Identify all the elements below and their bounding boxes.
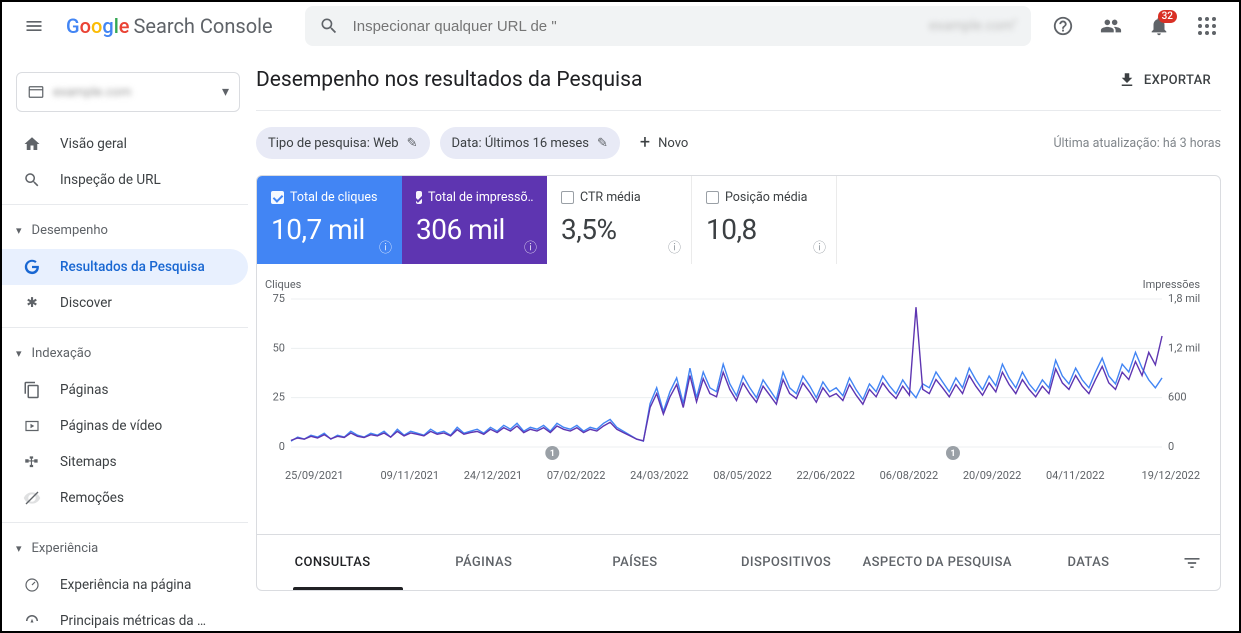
tab-search-appearance[interactable]: ASPECTO DA PESQUISA: [862, 555, 1013, 570]
sidebar-group-experience[interactable]: ▾Experiência: [2, 529, 248, 567]
sidebar-item-discover[interactable]: ✱Discover: [2, 285, 248, 321]
svg-text:25: 25: [273, 391, 285, 404]
svg-text:1: 1: [950, 449, 955, 459]
tab-dates[interactable]: DATAS: [1013, 555, 1164, 570]
speed-icon: [22, 612, 42, 630]
metric-total-impressions[interactable]: Total de impressõ… 306 mil ⓘ: [402, 176, 547, 264]
svg-text:0: 0: [279, 440, 285, 453]
y-left-label: Cliques: [265, 278, 301, 291]
search-input[interactable]: [353, 18, 915, 35]
svg-text:1: 1: [550, 449, 555, 459]
page-title: Desempenho nos resultados da Pesquisa: [256, 68, 642, 92]
metric-ctr[interactable]: CTR média 3,5% ⓘ: [547, 176, 692, 264]
sidebar-group-indexing[interactable]: ▾Indexação: [2, 334, 248, 372]
svg-text:0: 0: [1168, 440, 1174, 453]
product-name: Search Console: [134, 14, 273, 38]
download-icon: [1118, 71, 1136, 89]
main-content: Desempenho nos resultados da Pesquisa EX…: [256, 50, 1239, 631]
chevron-down-icon: ▾: [16, 542, 22, 555]
edit-icon: ✎: [407, 136, 418, 151]
help-icon[interactable]: ⓘ: [524, 237, 537, 256]
last-update-text: Última atualização: há 3 horas: [1053, 136, 1221, 151]
google-apps-icon[interactable]: [1187, 6, 1227, 46]
plus-icon: +: [640, 134, 650, 152]
svg-text:600: 600: [1168, 391, 1187, 404]
sidebar-item-sitemaps[interactable]: Sitemaps: [2, 444, 248, 480]
domain-icon: [27, 83, 45, 101]
metric-total-clicks[interactable]: Total de cliques 10,7 mil ⓘ: [257, 176, 402, 264]
metric-position[interactable]: Posição média 10,8 ⓘ: [692, 176, 837, 264]
help-icon[interactable]: [1043, 6, 1083, 46]
search-icon: [22, 171, 42, 189]
hamburger-menu[interactable]: [14, 6, 54, 46]
sitemap-icon: [22, 453, 42, 471]
help-icon[interactable]: ⓘ: [813, 237, 826, 256]
chevron-down-icon: ▾: [16, 347, 22, 360]
chevron-down-icon: ▾: [222, 84, 229, 100]
dimension-tabs: CONSULTAS PÁGINAS PAÍSES DISPOSITIVOS AS…: [257, 534, 1220, 590]
sidebar-group-performance[interactable]: ▾Desempenho: [2, 211, 248, 249]
video-icon: [22, 417, 42, 435]
tab-countries[interactable]: PAÍSES: [559, 555, 710, 570]
svg-text:50: 50: [273, 341, 285, 354]
google-logo: Google Search Console: [66, 14, 273, 38]
users-icon[interactable]: [1091, 6, 1131, 46]
sidebar: example.com ▾ Visão geral Inspeção de UR…: [2, 50, 256, 631]
discover-icon: ✱: [22, 295, 42, 311]
chip-date[interactable]: Data: Últimos 16 meses✎: [440, 127, 620, 159]
google-g-icon: [22, 258, 42, 276]
search-icon: [319, 16, 339, 36]
sidebar-item-video-pages[interactable]: Páginas de vídeo: [2, 408, 248, 444]
home-icon: [22, 135, 42, 153]
removals-icon: [22, 489, 42, 507]
sidebar-item-removals[interactable]: Remoções: [2, 480, 248, 516]
performance-card: Total de cliques 10,7 mil ⓘ Total de imp…: [256, 175, 1221, 591]
sidebar-item-cwv[interactable]: Principais métricas da …: [2, 603, 248, 631]
add-filter-button[interactable]: +Novo: [630, 127, 698, 159]
filter-icon[interactable]: [1164, 553, 1220, 573]
export-button[interactable]: EXPORTAR: [1118, 71, 1211, 89]
svg-text:1,8 mil: 1,8 mil: [1168, 293, 1200, 305]
chip-search-type[interactable]: Tipo de pesquisa: Web✎: [256, 127, 430, 159]
chevron-down-icon: ▾: [16, 224, 22, 237]
tab-pages[interactable]: PÁGINAS: [408, 555, 559, 570]
help-icon[interactable]: ⓘ: [379, 237, 392, 256]
notification-badge: 32: [1158, 10, 1177, 23]
notifications-icon[interactable]: 32: [1139, 6, 1179, 46]
pages-icon: [22, 381, 42, 399]
url-inspection-search[interactable]: example.com": [305, 6, 1031, 46]
sidebar-item-page-experience[interactable]: Experiência na página: [2, 567, 248, 603]
experience-icon: [22, 576, 42, 594]
sidebar-item-url-inspection[interactable]: Inspeção de URL: [2, 162, 248, 198]
help-icon[interactable]: ⓘ: [668, 237, 681, 256]
svg-text:1,2 mil: 1,2 mil: [1168, 341, 1200, 354]
sidebar-item-search-results[interactable]: Resultados da Pesquisa: [2, 249, 248, 285]
edit-icon: ✎: [597, 136, 608, 151]
tab-devices[interactable]: DISPOSITIVOS: [711, 555, 862, 570]
svg-text:75: 75: [273, 293, 285, 305]
sidebar-item-overview[interactable]: Visão geral: [2, 126, 248, 162]
sidebar-item-pages[interactable]: Páginas: [2, 372, 248, 408]
chart-x-axis: 25/09/202109/11/202124/12/202107/02/2022…: [263, 463, 1202, 488]
tab-queries[interactable]: CONSULTAS: [257, 555, 408, 570]
property-selector[interactable]: example.com ▾: [16, 72, 240, 112]
y-right-label: Impressões: [1143, 278, 1200, 291]
performance-chart: 0 25 50 75 0 600 1,2 mil 1,8 mil 1 1: [263, 293, 1202, 463]
